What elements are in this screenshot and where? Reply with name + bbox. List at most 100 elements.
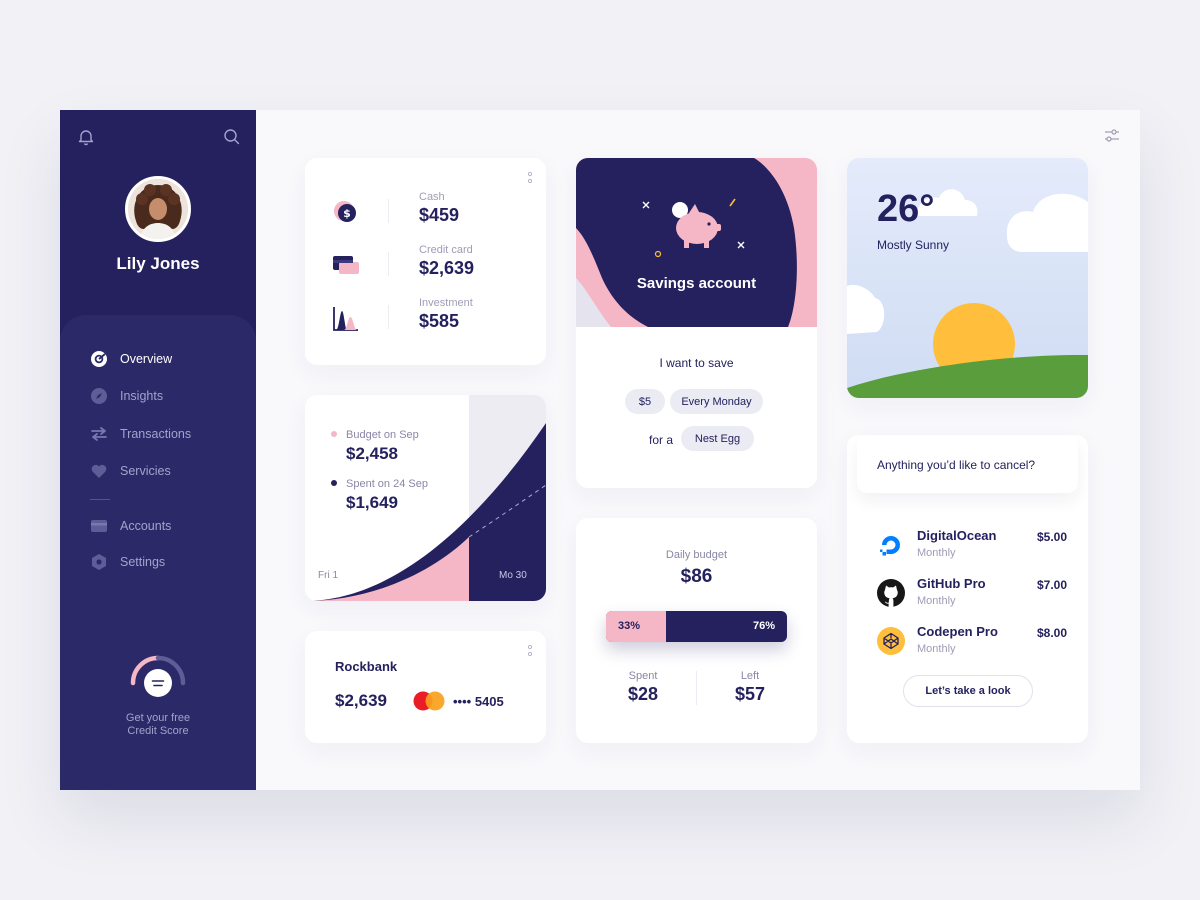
accounts-card: $ Cash $459 Credit card $2,639 Investmen	[305, 158, 546, 365]
spent-label: Spent on 24 Sep	[346, 478, 428, 490]
take-a-look-button[interactable]: Let’s take a look	[903, 675, 1033, 707]
credit-score-line: Credit Score	[127, 725, 189, 737]
subscription-name: GitHub Pro	[917, 576, 986, 591]
spent-value: $1,649	[346, 493, 398, 512]
sidebar-item-label: Transactions	[120, 427, 192, 441]
spent-dot	[331, 480, 337, 486]
avatar[interactable]	[125, 176, 191, 242]
daily-budget-card: Daily budget $86 33% 76% Spent $28 Left …	[576, 518, 817, 743]
sidebar-item-label: Overview	[120, 352, 173, 366]
subscription-row-digitalocean[interactable]: DigitalOcean Monthly $5.00	[877, 528, 1067, 568]
account-row-credit-card[interactable]: Credit card $2,639	[333, 244, 533, 286]
avatar-portrait-icon	[128, 179, 188, 239]
transfer-icon	[91, 427, 107, 441]
cancel-prompt: Anything you’d like to cancel?	[877, 458, 1036, 472]
account-value: $459	[419, 205, 460, 225]
daily-budget-value: $86	[680, 566, 713, 587]
sidebar-item-servicies[interactable]: Servicies	[90, 461, 171, 481]
codepen-icon	[877, 627, 905, 655]
daily-progress-bar[interactable]: 33% 76%	[606, 611, 787, 642]
budget-legend: Budget on Sep	[331, 429, 419, 441]
account-row-cash[interactable]: $ Cash $459	[333, 191, 533, 233]
credit-score-line: Get your free	[125, 712, 191, 724]
account-row-investment[interactable]: Investment $585	[333, 297, 533, 339]
overview-icon	[91, 351, 107, 367]
account-value: $2,639	[419, 258, 475, 278]
more-icon[interactable]	[528, 172, 532, 186]
nav-panel: Overview Insights Transactions Servicies…	[60, 315, 256, 790]
chart-start-label: Fri 1	[318, 570, 338, 581]
sidebar-item-insights[interactable]: Insights	[90, 386, 163, 406]
spent-legend: Spent on 24 Sep	[331, 478, 428, 490]
amount-pill[interactable]: $5	[625, 389, 665, 414]
sidebar-item-transactions[interactable]: Transactions	[90, 424, 191, 444]
app-window: Lily Jones Overview Insights Transaction…	[60, 110, 1140, 790]
sidebar-item-label: Accounts	[120, 519, 172, 533]
svg-text:$: $	[343, 207, 351, 220]
sidebar-item-label: Settings	[120, 555, 166, 569]
sidebar: Lily Jones Overview Insights Transaction…	[60, 110, 256, 790]
stats-divider	[696, 671, 697, 705]
left-percent-label: 76%	[752, 620, 775, 632]
savings-for-label: for a	[649, 433, 674, 447]
subscription-name: Codepen Pro	[917, 624, 998, 639]
sidebar-item-accounts[interactable]: Accounts	[90, 516, 171, 536]
credit-score-text[interactable]: Get your free Credit Score	[60, 712, 256, 738]
left-value: $57	[734, 684, 766, 704]
weather-card: 26° Mostly Sunny	[847, 158, 1088, 398]
budget-chart-card: Budget on Sep $2,458 Spent on 24 Sep $1,…	[305, 395, 546, 601]
row-separator	[388, 305, 389, 329]
weather-temperature: 26°	[877, 188, 935, 230]
spent-percent-label: 33%	[618, 620, 641, 632]
user-name: Lily Jones	[116, 254, 200, 273]
dollar-coin-icon: $	[334, 201, 356, 222]
budget-label: Budget on Sep	[346, 429, 419, 441]
heart-icon	[91, 464, 107, 478]
subscription-frequency: Monthly	[917, 547, 956, 559]
bank-balance: $2,639	[335, 691, 387, 710]
account-label: Credit card	[419, 244, 473, 256]
credit-score-gauge[interactable]	[127, 650, 189, 700]
subscription-price: $8.00	[1036, 626, 1067, 640]
wallet-icon	[91, 520, 107, 532]
investment-chart-icon	[333, 307, 358, 331]
gear-icon	[92, 554, 106, 570]
account-label: Investment	[419, 297, 473, 309]
filter-settings-icon[interactable]	[1104, 128, 1120, 144]
subscription-row-github[interactable]: GitHub Pro Monthly $7.00	[877, 576, 1067, 616]
bell-icon[interactable]	[77, 128, 95, 146]
github-icon	[877, 579, 905, 607]
more-icon[interactable]	[528, 645, 532, 659]
subscription-row-codepen[interactable]: Codepen Pro Monthly $8.00	[877, 624, 1067, 664]
budget-dot	[331, 431, 337, 437]
subscription-price: $7.00	[1036, 578, 1067, 592]
bank-name: Rockbank	[335, 659, 398, 674]
left-label: Left	[740, 670, 760, 682]
subscriptions-card: Anything you’d like to cancel? DigitalOc…	[847, 435, 1088, 743]
chart-end-label: Mo 30	[499, 570, 527, 581]
weather-description: Mostly Sunny	[877, 238, 950, 252]
subscription-frequency: Monthly	[917, 595, 956, 607]
spent-value: $28	[627, 684, 659, 704]
account-label: Cash	[419, 191, 445, 203]
savings-title: Savings account	[636, 275, 757, 292]
subscription-frequency: Monthly	[917, 643, 956, 655]
goal-pill[interactable]: Nest Egg	[681, 426, 754, 451]
sidebar-item-settings[interactable]: Settings	[90, 552, 165, 572]
mastercard-icon	[413, 691, 445, 711]
savings-illustration	[576, 158, 817, 327]
subscription-price: $5.00	[1036, 530, 1067, 544]
sidebar-item-overview[interactable]: Overview	[90, 349, 172, 369]
spent-label: Spent	[628, 670, 658, 682]
subscription-name: DigitalOcean	[917, 528, 997, 543]
search-icon[interactable]	[223, 128, 241, 146]
account-value: $585	[419, 311, 460, 331]
sidebar-item-label: Insights	[120, 389, 164, 403]
frequency-pill[interactable]: Every Monday	[670, 389, 763, 414]
budget-value: $2,458	[346, 444, 398, 463]
row-separator	[388, 252, 389, 276]
credit-card-icon	[333, 256, 359, 274]
digitalocean-icon	[880, 536, 900, 556]
compass-icon	[91, 388, 107, 404]
rockbank-card[interactable]: Rockbank $2,639 •••• 5405	[305, 631, 546, 743]
